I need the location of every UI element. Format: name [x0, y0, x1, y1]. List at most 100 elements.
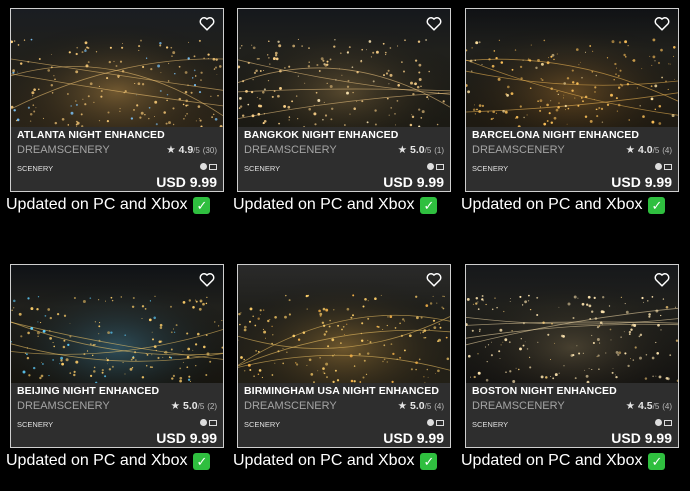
- product-title: BOSTON NIGHT ENHANCED: [472, 385, 617, 397]
- product-info-bar: BEIJING NIGHT ENHANCED DREAMSCENERY ★ 5.…: [11, 383, 223, 447]
- rating-value: 4.0: [638, 144, 653, 156]
- heart-outline-icon[interactable]: [197, 269, 217, 289]
- product-info-bar: BIRMINGHAM USA NIGHT ENHANCED DREAMSCENE…: [238, 383, 450, 447]
- category-label: SCENERY: [17, 164, 54, 173]
- scenery-thumbnail: [238, 9, 450, 127]
- xbox-icon: [427, 419, 434, 426]
- update-note-text: Updated on PC and Xbox: [6, 452, 188, 469]
- product-rating: ★ 4.0/5 (4): [626, 144, 672, 156]
- scenery-thumbnail: [466, 265, 678, 383]
- category-label: SCENERY: [472, 420, 509, 429]
- rating-value: 5.0: [183, 400, 198, 412]
- category-label: SCENERY: [244, 420, 281, 429]
- platform-icons: [427, 163, 444, 170]
- product-price: USD 9.99: [156, 430, 217, 446]
- product-title: BARCELONA NIGHT ENHANCED: [472, 129, 640, 141]
- product-grid: ATLANTA NIGHT ENHANCED DREAMSCENERY ★ 4.…: [0, 0, 690, 491]
- product-card[interactable]: BARCELONA NIGHT ENHANCED DREAMSCENERY ★ …: [465, 8, 679, 192]
- rating-count: (4): [662, 146, 672, 155]
- product-info-bar: BARCELONA NIGHT ENHANCED DREAMSCENERY ★ …: [466, 127, 678, 191]
- product-card[interactable]: BANGKOK NIGHT ENHANCED DREAMSCENERY ★ 5.…: [237, 8, 451, 192]
- product-rating: ★ 5.0/5 (1): [398, 144, 444, 156]
- rating-count: (30): [202, 146, 217, 155]
- vendor-name: DREAMSCENERY: [244, 400, 337, 412]
- platform-icons: [655, 163, 672, 170]
- xbox-icon: [655, 419, 662, 426]
- update-note: Updated on PC and Xbox ✓: [461, 196, 666, 214]
- checkmark-icon: ✓: [193, 196, 211, 214]
- product-card[interactable]: BOSTON NIGHT ENHANCED DREAMSCENERY ★ 4.5…: [465, 264, 679, 448]
- vendor-name: DREAMSCENERY: [244, 144, 337, 156]
- platform-icons: [427, 419, 444, 426]
- vendor-name: DREAMSCENERY: [472, 400, 565, 412]
- heart-outline-icon[interactable]: [424, 13, 444, 33]
- update-note: Updated on PC and Xbox ✓: [6, 196, 211, 214]
- xbox-icon: [427, 163, 434, 170]
- update-note-text: Updated on PC and Xbox: [233, 196, 415, 213]
- product-info-bar: ATLANTA NIGHT ENHANCED DREAMSCENERY ★ 4.…: [11, 127, 223, 191]
- update-note-text: Updated on PC and Xbox: [233, 452, 415, 469]
- rating-scale: /5: [424, 146, 432, 155]
- checkmark-icon: ✓: [193, 452, 211, 470]
- update-note: Updated on PC and Xbox ✓: [233, 452, 438, 470]
- heart-outline-icon[interactable]: [652, 269, 672, 289]
- vendor-name: DREAMSCENERY: [17, 400, 110, 412]
- product-info-bar: BOSTON NIGHT ENHANCED DREAMSCENERY ★ 4.5…: [466, 383, 678, 447]
- heart-outline-icon[interactable]: [424, 269, 444, 289]
- pc-monitor-icon: [209, 420, 217, 426]
- star-icon: ★: [625, 400, 636, 412]
- scenery-thumbnail: [238, 265, 450, 383]
- pc-monitor-icon: [209, 164, 217, 170]
- checkmark-icon: ✓: [420, 196, 438, 214]
- pc-monitor-icon: [664, 420, 672, 426]
- xbox-icon: [200, 419, 207, 426]
- platform-icons: [200, 163, 217, 170]
- pc-monitor-icon: [436, 420, 444, 426]
- product-title: ATLANTA NIGHT ENHANCED: [17, 129, 165, 141]
- update-note: Updated on PC and Xbox ✓: [233, 196, 438, 214]
- pc-monitor-icon: [664, 164, 672, 170]
- update-note: Updated on PC and Xbox ✓: [6, 452, 211, 470]
- update-note-text: Updated on PC and Xbox: [461, 452, 643, 469]
- scenery-thumbnail: [11, 9, 223, 127]
- product-card[interactable]: BIRMINGHAM USA NIGHT ENHANCED DREAMSCENE…: [237, 264, 451, 448]
- product-title: BANGKOK NIGHT ENHANCED: [244, 129, 399, 141]
- checkmark-icon: ✓: [648, 196, 666, 214]
- rating-value: 4.5: [638, 400, 653, 412]
- xbox-icon: [200, 163, 207, 170]
- scenery-thumbnail: [11, 265, 223, 383]
- product-tile: ATLANTA NIGHT ENHANCED DREAMSCENERY ★ 4.…: [2, 0, 230, 225]
- product-price: USD 9.99: [383, 430, 444, 446]
- category-label: SCENERY: [244, 164, 281, 173]
- rating-count: (4): [434, 402, 444, 411]
- update-note: Updated on PC and Xbox ✓: [461, 452, 666, 470]
- heart-outline-icon[interactable]: [197, 13, 217, 33]
- product-card[interactable]: BEIJING NIGHT ENHANCED DREAMSCENERY ★ 5.…: [10, 264, 224, 448]
- product-tile: BIRMINGHAM USA NIGHT ENHANCED DREAMSCENE…: [229, 256, 457, 481]
- star-icon: ★: [166, 144, 176, 156]
- platform-icons: [200, 419, 217, 426]
- product-price: USD 9.99: [383, 174, 444, 190]
- heart-outline-icon[interactable]: [652, 13, 672, 33]
- rating-count: (2): [207, 402, 217, 411]
- update-note-text: Updated on PC and Xbox: [6, 196, 188, 213]
- star-icon: ★: [397, 144, 408, 156]
- rating-count: (1): [434, 146, 444, 155]
- product-title: BIRMINGHAM USA NIGHT ENHANCED: [244, 385, 440, 397]
- rating-value: 5.0: [410, 144, 425, 156]
- checkmark-icon: ✓: [420, 452, 438, 470]
- product-card[interactable]: ATLANTA NIGHT ENHANCED DREAMSCENERY ★ 4.…: [10, 8, 224, 192]
- star-icon: ★: [170, 400, 181, 412]
- product-info-bar: BANGKOK NIGHT ENHANCED DREAMSCENERY ★ 5.…: [238, 127, 450, 191]
- update-note-text: Updated on PC and Xbox: [461, 196, 643, 213]
- product-rating: ★ 4.5/5 (4): [626, 400, 672, 412]
- rating-count: (4): [662, 402, 672, 411]
- rating-value: 4.9: [178, 144, 194, 156]
- xbox-icon: [655, 163, 662, 170]
- category-label: SCENERY: [472, 164, 509, 173]
- star-icon: ★: [397, 400, 408, 412]
- pc-monitor-icon: [436, 164, 444, 170]
- product-price: USD 9.99: [611, 430, 672, 446]
- rating-scale: /5: [193, 146, 200, 155]
- product-rating: ★ 4.9/5 (30): [166, 144, 217, 156]
